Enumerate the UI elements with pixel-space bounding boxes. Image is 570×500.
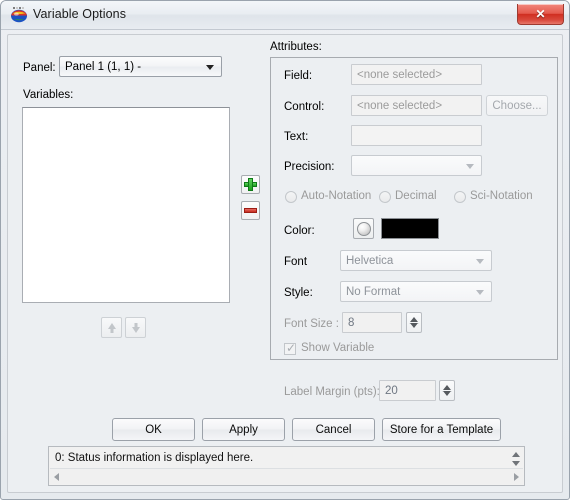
style-dropdown[interactable]: No Format [340, 281, 492, 302]
radio-sci-notation[interactable] [454, 191, 466, 203]
window-title: Variable Options [33, 7, 127, 21]
font-label: Font [284, 256, 308, 268]
show-variable-checkbox[interactable]: ✓ [284, 341, 297, 355]
control-input[interactable]: <none selected> [351, 95, 482, 116]
scroll-right-icon[interactable] [514, 472, 519, 481]
cancel-button[interactable]: Cancel [292, 418, 375, 441]
style-value: No Format [346, 285, 401, 298]
add-variable-button[interactable] [241, 175, 260, 194]
apply-button[interactable]: Apply [202, 418, 285, 441]
app-globe-icon [10, 6, 28, 24]
precision-dropdown[interactable] [351, 155, 482, 176]
radio-auto-notation[interactable] [285, 191, 297, 203]
panel-dropdown-value: Panel 1 (1, 1) - [65, 60, 142, 73]
stepper-down-icon[interactable] [443, 391, 451, 396]
control-value: <none selected> [357, 99, 443, 112]
arrow-down-icon [131, 327, 140, 333]
choose-button[interactable]: Choose... [486, 95, 548, 116]
style-label: Style: [284, 287, 313, 299]
chevron-down-icon [466, 163, 474, 169]
label-margin-stepper[interactable] [439, 380, 455, 401]
ok-button[interactable]: OK [112, 418, 195, 441]
font-value: Helvetica [346, 254, 394, 267]
stepper-down-icon[interactable] [410, 323, 418, 328]
field-input[interactable]: <none selected> [351, 64, 482, 85]
variables-listbox[interactable] [22, 107, 230, 303]
control-label: Control: [284, 101, 325, 113]
panel-label: Panel: [23, 62, 56, 74]
show-variable-label: Show Variable [301, 342, 375, 354]
font-size-value: 8 [348, 316, 355, 329]
remove-variable-button[interactable] [241, 201, 260, 220]
color-label: Color: [284, 225, 315, 237]
move-variable-up-button[interactable] [101, 317, 122, 338]
color-swatch[interactable] [381, 218, 439, 239]
radio-sci-notation-label: Sci-Notation [470, 190, 533, 202]
radio-decimal[interactable] [379, 191, 391, 203]
font-size-input[interactable]: 8 [342, 312, 402, 333]
panel-dropdown[interactable]: Panel 1 (1, 1) - [59, 56, 222, 77]
title-bar: Variable Options ✕ [1, 1, 569, 30]
close-icon: ✕ [535, 6, 546, 21]
font-dropdown[interactable]: Helvetica [340, 250, 492, 271]
scroll-left-icon[interactable] [54, 472, 59, 481]
precision-label: Precision: [284, 161, 335, 173]
radio-decimal-label: Decimal [395, 190, 437, 202]
chevron-down-icon [206, 64, 214, 70]
close-button[interactable]: ✕ [517, 4, 564, 25]
font-size-label: Font Size : [284, 318, 339, 330]
status-bar: 0: Status information is displayed here. [48, 446, 525, 486]
status-text: 0: Status information is displayed here. [55, 452, 254, 464]
attributes-group-label: Attributes: [270, 41, 322, 53]
field-value: <none selected> [357, 68, 443, 81]
variable-options-dialog: Variable Options ✕ Panel: Panel 1 (1, 1)… [0, 0, 570, 500]
plus-icon-vertical [248, 178, 253, 191]
minus-icon [244, 208, 257, 213]
dialog-content-panel: Panel: Panel 1 (1, 1) - Variables: Attri… [7, 34, 563, 493]
label-margin-input[interactable]: 20 [379, 380, 436, 401]
color-ball-icon [357, 222, 371, 236]
chevron-down-icon [476, 289, 484, 295]
field-label: Field: [284, 70, 313, 82]
stepper-up-icon[interactable] [410, 317, 418, 322]
chevron-down-icon [476, 258, 484, 264]
scroll-down-icon[interactable] [511, 461, 520, 466]
status-horizontal-scrollbar[interactable] [50, 468, 523, 484]
store-template-button[interactable]: Store for a Template [382, 418, 501, 441]
arrow-up-stem [110, 328, 113, 333]
status-vertical-scroll[interactable] [508, 448, 523, 469]
label-margin-label: Label Margin (pts): [284, 386, 380, 398]
color-picker-button[interactable] [353, 218, 374, 239]
font-size-stepper[interactable] [406, 312, 422, 333]
label-margin-value: 20 [385, 384, 398, 397]
move-variable-down-button[interactable] [125, 317, 146, 338]
variables-label: Variables: [23, 89, 74, 101]
stepper-up-icon[interactable] [443, 385, 451, 390]
text-label: Text: [284, 131, 309, 143]
radio-auto-notation-label: Auto-Notation [301, 190, 372, 202]
scroll-up-icon[interactable] [511, 452, 520, 457]
text-input[interactable] [351, 125, 482, 146]
check-icon: ✓ [286, 341, 297, 355]
